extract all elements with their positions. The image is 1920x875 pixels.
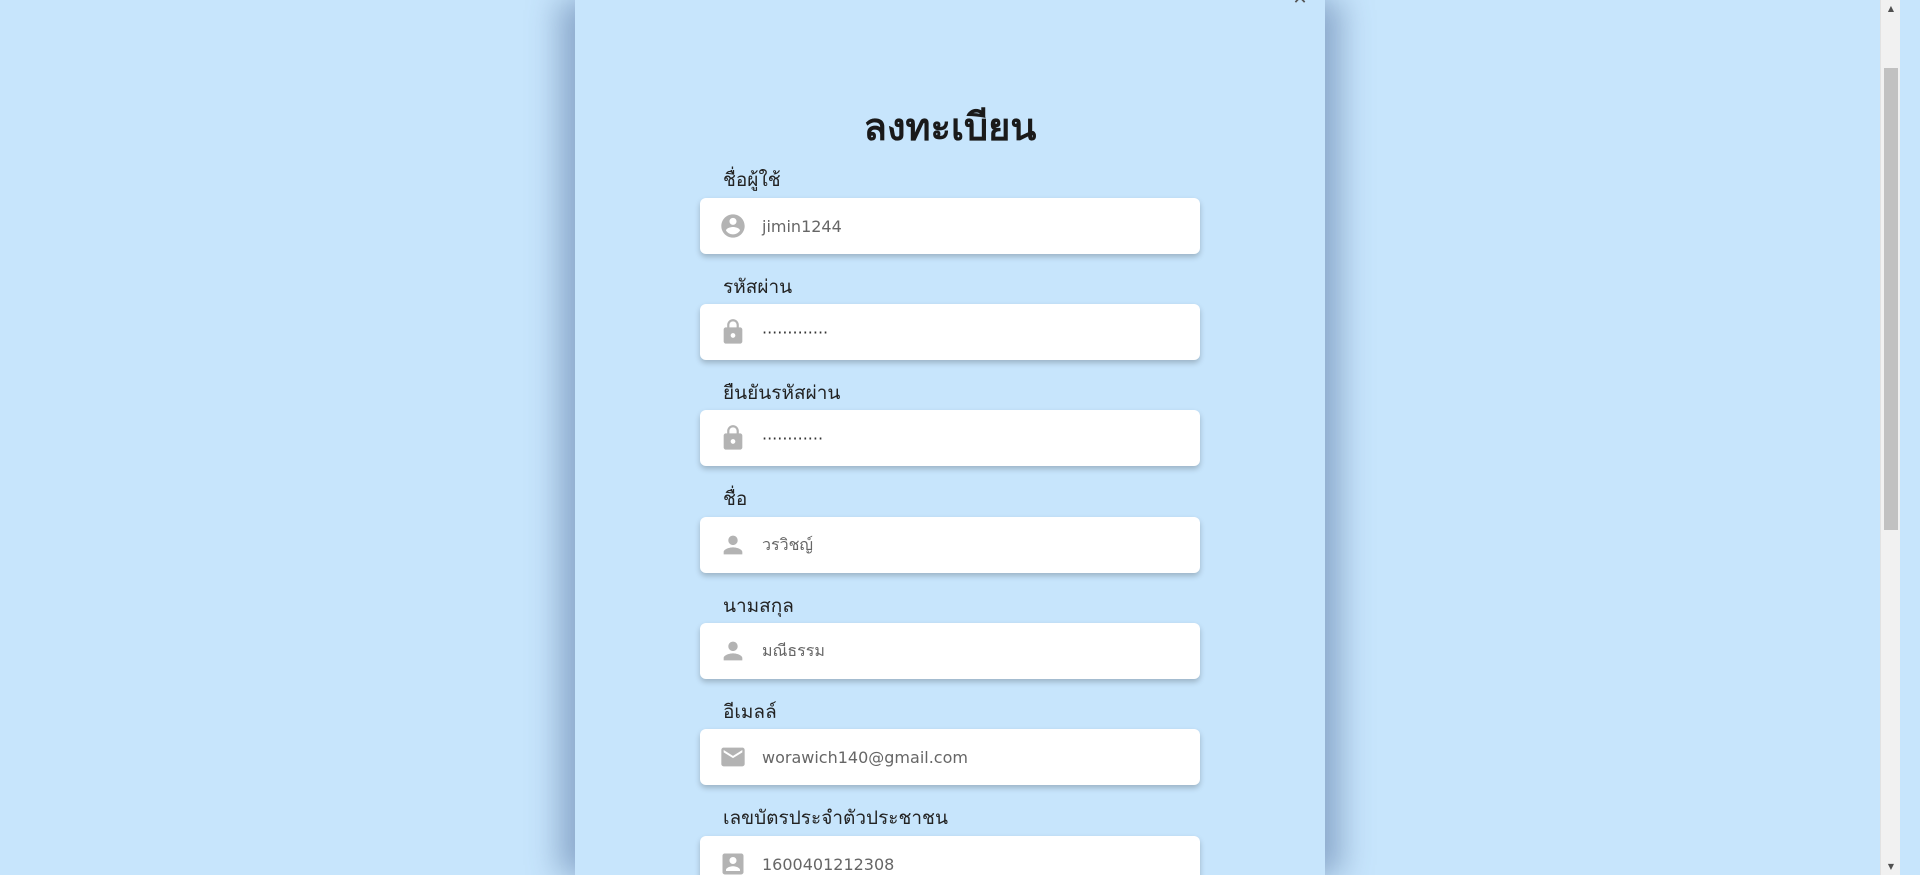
national-id-label: เลขบัตรประจำตัวประชาชน [723, 807, 948, 829]
national-id-value: 1600401212308 [762, 854, 895, 874]
password-value: ············· [762, 322, 829, 342]
lock-icon [718, 423, 748, 453]
close-icon[interactable]: ✕ [1288, 0, 1312, 8]
last-name-label: นามสกุล [723, 595, 794, 617]
register-modal: ✕ ลงทะเบียน ชื่อผู้ใช้ jimin1244 รหัสผ่า… [575, 0, 1325, 875]
vertical-scrollbar[interactable]: ▲ ▼ [1880, 0, 1900, 875]
mail-icon [718, 742, 748, 772]
first-name-label: ชื่อ [723, 488, 748, 510]
confirm-password-value: ············ [762, 428, 824, 448]
confirm-password-field[interactable]: ············ [700, 410, 1200, 466]
lock-icon [718, 317, 748, 347]
page-title: ลงทะเบียน [863, 105, 1037, 149]
id-card-icon [718, 849, 748, 875]
password-field[interactable]: ············· [700, 304, 1200, 360]
email-field[interactable]: worawich140@gmail.com [700, 729, 1200, 785]
first-name-value: วรวิชญ์ [762, 534, 814, 554]
page: ✕ ลงทะเบียน ชื่อผู้ใช้ jimin1244 รหัสผ่า… [0, 0, 1900, 875]
first-name-field[interactable]: วรวิชญ์ [700, 517, 1200, 573]
email-value: worawich140@gmail.com [762, 747, 968, 767]
username-value: jimin1244 [762, 216, 842, 236]
account-circle-icon [718, 211, 748, 241]
scroll-up-icon[interactable]: ▲ [1881, 0, 1901, 17]
national-id-field[interactable]: 1600401212308 [700, 836, 1200, 875]
confirm-password-label: ยืนยันรหัสผ่าน [723, 382, 841, 404]
username-label: ชื่อผู้ใช้ [723, 169, 781, 191]
username-field[interactable]: jimin1244 [700, 198, 1200, 254]
person-icon [718, 636, 748, 666]
last-name-value: มณีธรรม [762, 640, 825, 660]
scroll-down-icon[interactable]: ▼ [1881, 858, 1901, 875]
scrollbar-thumb[interactable] [1884, 68, 1898, 530]
password-label: รหัสผ่าน [723, 276, 793, 298]
last-name-field[interactable]: มณีธรรม [700, 623, 1200, 679]
email-label: อีเมลล์ [723, 701, 777, 723]
person-icon [718, 530, 748, 560]
